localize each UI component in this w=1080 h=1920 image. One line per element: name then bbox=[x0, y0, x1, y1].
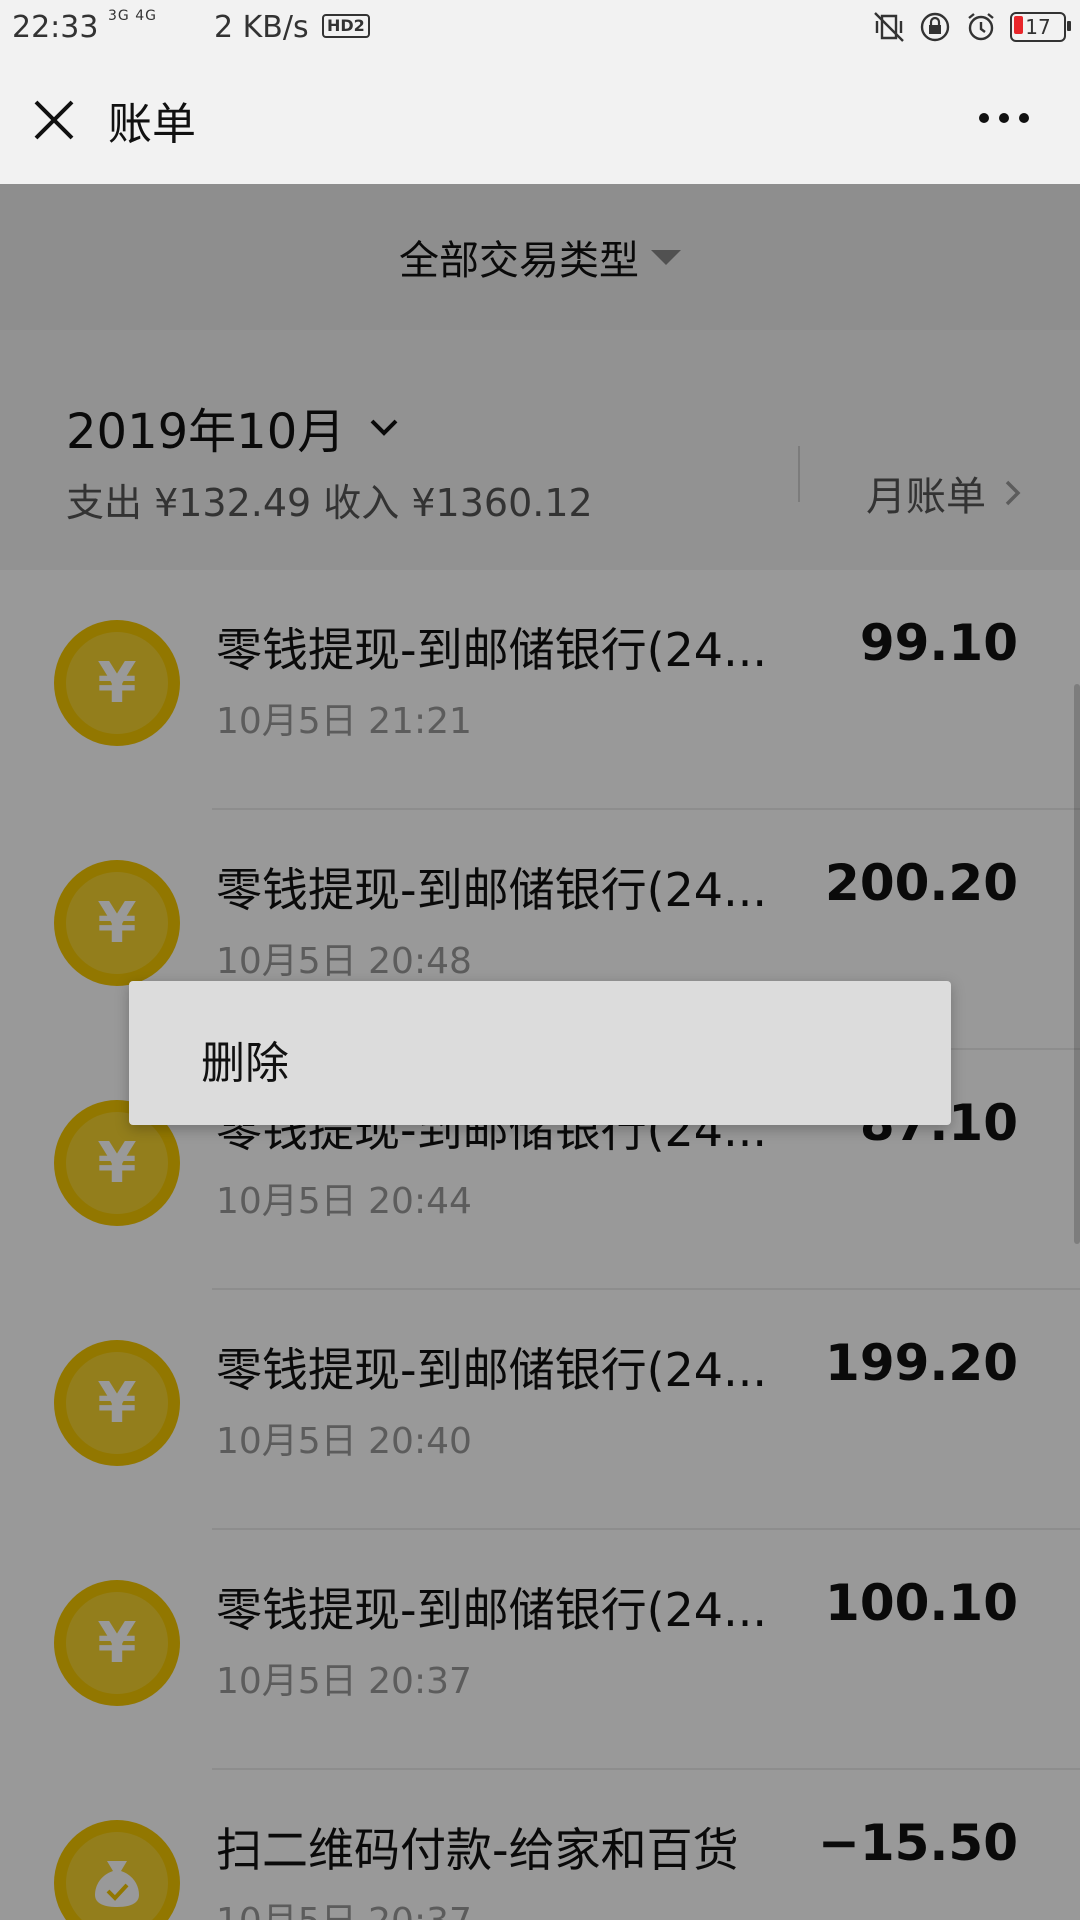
hd-badge: HD2 bbox=[322, 14, 370, 38]
more-button[interactable] bbox=[968, 98, 1040, 138]
status-time: 22:33 bbox=[12, 10, 99, 45]
network-indicator: 3G 4G bbox=[108, 8, 157, 24]
screen: 22:33 3G 4G 2 KB/s HD2 17 账单 全部交易类型 2019… bbox=[0, 0, 1080, 1920]
vibrate-icon bbox=[874, 12, 904, 42]
status-bar: 22:33 3G 4G 2 KB/s HD2 17 bbox=[0, 0, 1080, 56]
network-speed: 2 KB/s bbox=[214, 10, 309, 45]
app-header: 账单 bbox=[0, 56, 1080, 184]
battery-percent: 17 bbox=[1025, 15, 1051, 39]
close-button[interactable] bbox=[22, 88, 86, 152]
delete-menu-item[interactable]: 删除 bbox=[201, 1027, 289, 1091]
context-menu: 删除 bbox=[129, 981, 951, 1125]
alarm-icon bbox=[968, 13, 994, 41]
status-icons: 17 bbox=[872, 10, 1071, 44]
rotation-lock-icon bbox=[920, 12, 950, 42]
close-icon bbox=[34, 100, 74, 140]
page-title: 账单 bbox=[108, 99, 196, 150]
battery-icon: 17 bbox=[1010, 12, 1071, 42]
more-icon bbox=[979, 113, 1029, 123]
battery-level bbox=[1014, 16, 1023, 34]
